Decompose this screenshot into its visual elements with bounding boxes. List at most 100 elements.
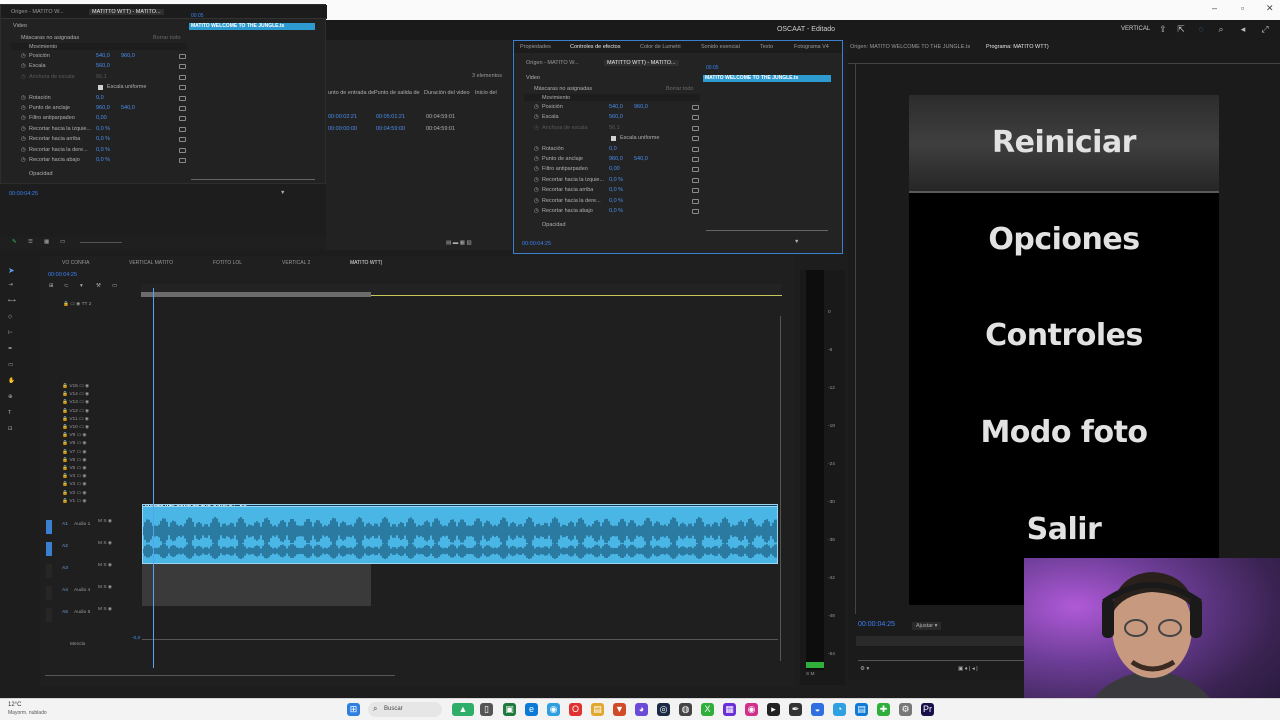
- sync-icon[interactable]: ◌: [1196, 24, 1206, 34]
- eff-property-row[interactable]: ◷ Recortar hacia arriba 0,0 %: [514, 187, 704, 196]
- stopwatch-icon[interactable]: ◷: [21, 63, 26, 69]
- eff-row-value-1[interactable]: 56,1: [609, 125, 620, 131]
- eff-property-row[interactable]: ◷ Punto de anclaje 960,0 540,0: [514, 156, 704, 165]
- reset-icon[interactable]: [179, 54, 186, 59]
- pen-tool-icon[interactable]: ✒: [8, 346, 13, 352]
- list-view-icon[interactable]: ☰: [28, 239, 33, 245]
- col-duration[interactable]: Duración del video: [424, 90, 470, 96]
- audio-track-header[interactable]: A4 Audio 4 M S ◉: [46, 584, 141, 602]
- workspace-label[interactable]: VERTICAL: [1121, 26, 1150, 32]
- subtab-origin[interactable]: Origen - MATITO W...: [526, 60, 579, 66]
- effects-filter-icon[interactable]: ▼: [794, 239, 799, 245]
- eff-property-row[interactable]: ◷ Filtro antiparpadeo 0,00: [514, 166, 704, 175]
- opera-icon[interactable]: O: [569, 703, 582, 716]
- track-select-icon[interactable]: ⇥: [8, 282, 13, 288]
- eff-row-value-1[interactable]: 0,0 %: [609, 208, 623, 214]
- track-target[interactable]: [46, 520, 52, 534]
- mute-icon[interactable]: M S ◉: [98, 585, 112, 590]
- eff-property-row[interactable]: Escala uniforme: [514, 135, 704, 144]
- tab-lumetri[interactable]: Color de Lumetri: [640, 44, 681, 50]
- seq-tab-4[interactable]: VERTICAL 2: [282, 260, 310, 266]
- left-row-value-1[interactable]: 540,0: [96, 53, 110, 59]
- reset-icon[interactable]: [692, 105, 699, 110]
- stopwatch-icon[interactable]: ◷: [534, 177, 539, 183]
- program-zoom-bar[interactable]: [858, 660, 1028, 661]
- reset-icon[interactable]: [179, 74, 186, 80]
- stopwatch-icon[interactable]: ◷: [534, 187, 539, 193]
- mute-icon[interactable]: M S ◉: [98, 541, 112, 546]
- timeline-timecode[interactable]: 00:00:04:25: [48, 272, 77, 278]
- video-track-header[interactable]: 🔒 V3 ▭ ◉: [62, 482, 87, 487]
- timeline-scrollbar[interactable]: [45, 675, 395, 676]
- app-icon-3[interactable]: ◉: [745, 703, 758, 716]
- reset-icon[interactable]: [692, 198, 699, 204]
- left-property-row[interactable]: ◷ Punto de anclaje 960,0 540,0: [1, 105, 191, 114]
- razor-icon[interactable]: ◇: [8, 314, 12, 320]
- eff-row-value-1[interactable]: 0,00: [609, 166, 620, 172]
- weather-desc[interactable]: Mayorm. nublado: [8, 710, 47, 716]
- reset-icon[interactable]: [179, 116, 186, 122]
- transport-controls[interactable]: ▣ ♦ | ◂ |: [958, 666, 978, 672]
- program-timecode[interactable]: 00:00:04:25: [858, 621, 895, 628]
- seq-tab-5[interactable]: MATITO WTT): [350, 260, 382, 266]
- opacity-label[interactable]: Opacidad: [29, 171, 53, 177]
- obs-icon[interactable]: ◍: [679, 703, 692, 716]
- stopwatch-icon[interactable]: ◷: [21, 157, 26, 163]
- subtab-sequence[interactable]: MATITTO WTT) - MATITO...: [604, 60, 679, 66]
- left-row-value-1[interactable]: 0,0 %: [96, 157, 110, 163]
- left-property-row[interactable]: ◷ Rotación 0,0: [1, 95, 191, 104]
- eff-row-value-1[interactable]: 560,0: [609, 114, 623, 120]
- reset-icon[interactable]: [179, 85, 186, 91]
- pen-icon[interactable]: ✎: [12, 239, 17, 245]
- left-property-row[interactable]: ◷ Anchura de escala 56,1: [1, 74, 191, 83]
- left-row-value-1[interactable]: 0,0 %: [96, 126, 110, 132]
- app-icon-2[interactable]: ▦: [723, 703, 736, 716]
- left-property-row[interactable]: ◷ Recortar hacia la dere... 0,0 %: [1, 147, 191, 156]
- stopwatch-icon[interactable]: ◷: [534, 156, 539, 162]
- audio-track-header[interactable]: A3 M S ◉: [46, 562, 141, 580]
- selection-tool-icon[interactable]: ➤: [8, 266, 15, 275]
- linked-icon[interactable]: ⊂: [64, 283, 69, 289]
- left-property-row[interactable]: ◷ Escala 560,0: [1, 63, 191, 72]
- seq-tab-1[interactable]: VO CONFIA: [62, 260, 90, 266]
- top-track-header[interactable]: 🔒 ▭ ◉ TT 2: [63, 302, 91, 307]
- tab-text[interactable]: Texto: [760, 44, 773, 50]
- left-row-value-1[interactable]: 560,0: [96, 63, 110, 69]
- stopwatch-icon[interactable]: ◷: [21, 74, 26, 80]
- stopwatch-icon[interactable]: ◷: [534, 198, 539, 204]
- stopwatch-icon[interactable]: ◷: [21, 147, 26, 153]
- stopwatch-icon[interactable]: ◷: [21, 105, 26, 111]
- reset-icon[interactable]: [692, 188, 699, 194]
- start-icon[interactable]: ⊞: [347, 703, 360, 716]
- type-tool-icon[interactable]: T: [8, 410, 11, 416]
- audio-clip[interactable]: [142, 506, 778, 564]
- video-track-header[interactable]: 🔒 V6 ▭ ◉: [62, 458, 87, 463]
- left-property-row[interactable]: ◷ Filtro antiparpadeo 0,00: [1, 115, 191, 124]
- mute-icon[interactable]: M S ◉: [98, 519, 112, 524]
- program-scrubber[interactable]: [856, 636, 1026, 646]
- chrome-icon[interactable]: ◉: [547, 703, 560, 716]
- eff-row-value-1[interactable]: 0,0: [609, 146, 617, 152]
- left-property-row[interactable]: ◷ Recortar hacia arriba 0,0 %: [1, 136, 191, 145]
- track-target[interactable]: [46, 564, 52, 578]
- stopwatch-icon[interactable]: ◷: [21, 115, 26, 121]
- left-row-value-1[interactable]: 960,0: [96, 105, 110, 111]
- discord-icon[interactable]: ◕: [635, 703, 648, 716]
- eff-row-value-1[interactable]: 0,0 %: [609, 177, 623, 183]
- stopwatch-icon[interactable]: ◷: [534, 208, 539, 214]
- share-icon[interactable]: ⇪: [1158, 24, 1168, 34]
- solo-mute[interactable]: S M: [806, 672, 815, 677]
- reset-icon[interactable]: [179, 137, 186, 143]
- reset-icon[interactable]: [692, 157, 699, 162]
- track-target[interactable]: [46, 542, 52, 556]
- effects-clip-bar[interactable]: MATITO WELCOME TO THE JUNGLE.ts: [703, 75, 831, 82]
- stopwatch-icon[interactable]: ◷: [21, 95, 26, 101]
- tab-properties[interactable]: Propiedades: [520, 44, 551, 50]
- motion-row[interactable]: Movimiento: [11, 43, 187, 50]
- new-bin-icon[interactable]: ▤ ▬ ▦ ▥: [446, 240, 472, 246]
- effects-motion-row[interactable]: Movimiento: [524, 94, 700, 101]
- settings-app-icon[interactable]: ⚙: [899, 703, 912, 716]
- col-start[interactable]: Inicio del: [475, 90, 497, 96]
- tab-effect-controls[interactable]: Controles de efectos: [570, 44, 620, 50]
- left-row-value-2[interactable]: 540,0: [121, 105, 135, 111]
